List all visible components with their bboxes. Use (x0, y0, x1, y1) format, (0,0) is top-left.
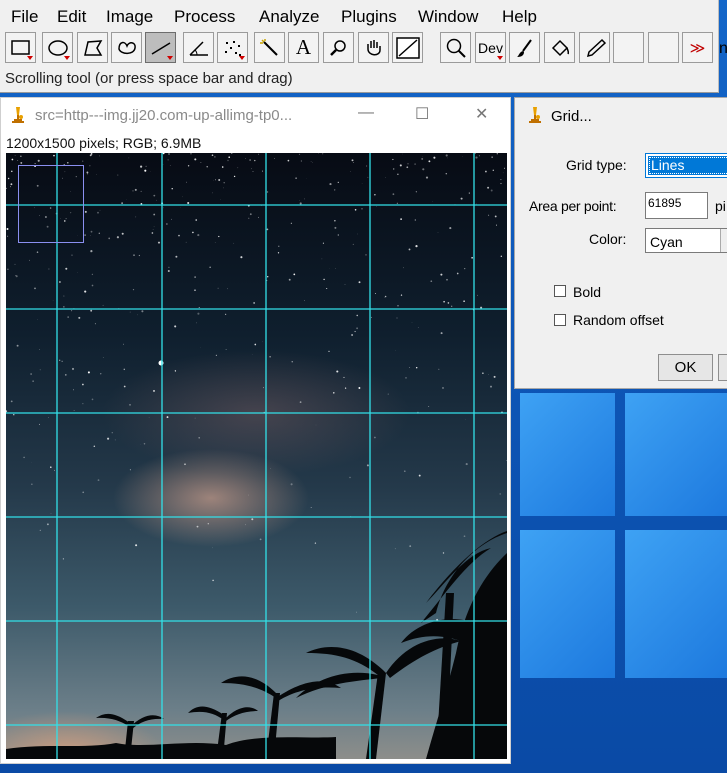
menu-bar: File Edit Image Process Analyze Plugins … (0, 4, 718, 30)
image-canvas[interactable] (6, 153, 507, 759)
flood-fill-icon[interactable] (544, 32, 575, 63)
menu-plugins[interactable]: Plugins (341, 7, 397, 27)
menu-analyze[interactable]: Analyze (259, 7, 319, 27)
desktop-logo-pane (520, 393, 615, 516)
text-tool-icon[interactable]: A (288, 32, 319, 63)
more-tools-label: ≫ (689, 39, 706, 57)
color-label: Color: (589, 231, 627, 247)
magnifier-tool-icon[interactable] (323, 32, 354, 63)
color-select[interactable]: Cyan (645, 228, 727, 253)
brush-tool-icon[interactable] (509, 32, 540, 63)
imagej-microscope-icon (529, 107, 541, 123)
desktop-logo-pane (625, 530, 727, 678)
ok-button[interactable]: OK (658, 354, 713, 381)
menu-help[interactable]: Help (502, 7, 537, 27)
status-bar: Scrolling tool (or press space bar and d… (5, 70, 293, 87)
scrolling-tool-icon[interactable] (358, 32, 389, 63)
minimize-button[interactable]: — (358, 104, 374, 122)
desktop-logo-pane (520, 530, 615, 678)
bold-checkbox[interactable] (554, 285, 566, 297)
image-info: 1200x1500 pixels; RGB; 6.9MB (6, 135, 202, 151)
menu-window[interactable]: Window (418, 7, 478, 27)
menu-process[interactable]: Process (174, 7, 235, 27)
rectangle-tool-icon[interactable] (5, 32, 36, 63)
multipoint-tool-icon[interactable] (217, 32, 248, 63)
menu-image[interactable]: Image (106, 7, 153, 27)
dev-label: Dev (478, 39, 503, 56)
image-window-title: src=http---img.jj20.com-up-allimg-tp0... (35, 107, 293, 124)
grid-dialog: Grid... Grid type: Lines Area per point:… (514, 97, 727, 389)
grid-type-select[interactable]: Lines (645, 153, 727, 178)
bold-label: Bold (573, 284, 602, 300)
magnifying-glass-icon[interactable] (440, 32, 471, 63)
image-window: src=http---img.jj20.com-up-allimg-tp0...… (0, 97, 511, 764)
chevron-down-icon (720, 229, 727, 252)
random-offset-checkbox[interactable] (554, 314, 566, 326)
more-tools-button[interactable]: ≫ (682, 32, 713, 63)
wand-tool-icon[interactable] (254, 32, 285, 63)
empty-tool-slot[interactable] (613, 32, 644, 63)
grid-type-label: Grid type: (566, 157, 627, 173)
freehand-tool-icon[interactable] (111, 32, 142, 63)
grid-type-value: Lines (648, 156, 727, 175)
close-button[interactable]: ✕ (475, 104, 488, 124)
cancel-button[interactable] (718, 354, 727, 381)
desktop-logo-pane (625, 393, 727, 516)
area-per-point-label: Area per point: (529, 198, 617, 214)
area-per-point-field[interactable]: 61895 (645, 192, 708, 219)
maximize-button[interactable]: ☐ (415, 104, 429, 124)
toolbar: A Dev ≫ (3, 32, 718, 66)
angle-tool-icon[interactable] (183, 32, 214, 63)
line-tool-icon[interactable] (145, 32, 176, 63)
navigator-box (18, 165, 84, 243)
imagej-main-window: File Edit Image Process Analyze Plugins … (0, 0, 719, 93)
dev-menu-icon[interactable]: Dev (475, 32, 506, 63)
dialog-title: Grid... (551, 108, 592, 125)
menu-edit[interactable]: Edit (57, 7, 86, 27)
polygon-tool-icon[interactable] (77, 32, 108, 63)
area-unit-label: pi (715, 198, 726, 214)
text-tool-glyph: A (295, 35, 312, 59)
grid-overlay (6, 153, 507, 759)
imagej-microscope-icon (12, 107, 24, 123)
clipped-text: n (719, 40, 727, 57)
empty-tool-slot[interactable] (648, 32, 679, 63)
pencil-tool-icon[interactable] (579, 32, 610, 63)
random-offset-label: Random offset (573, 312, 664, 328)
oval-tool-icon[interactable] (42, 32, 73, 63)
color-value: Cyan (650, 234, 683, 250)
color-picker-icon[interactable] (392, 32, 423, 63)
menu-file[interactable]: File (11, 7, 38, 27)
